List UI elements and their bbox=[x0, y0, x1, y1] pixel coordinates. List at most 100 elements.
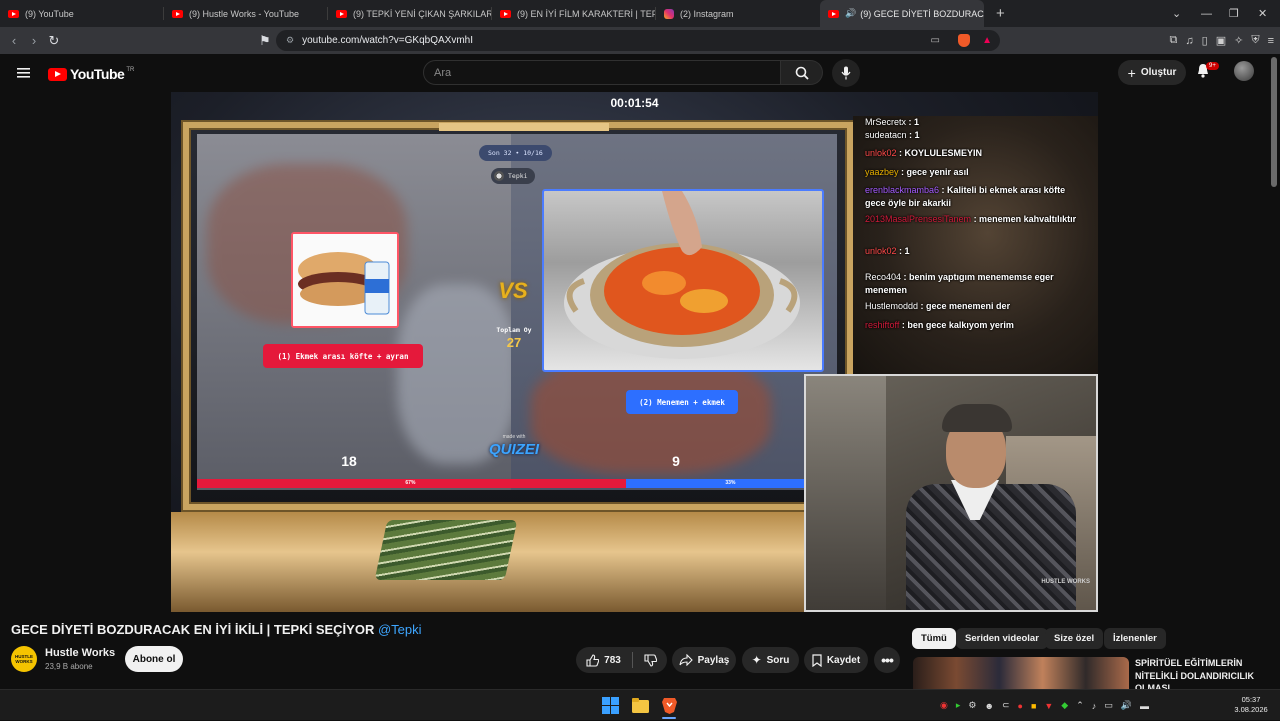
extensions-icon[interactable]: ⧉ bbox=[1170, 34, 1178, 47]
tab-title: (2) Instagram bbox=[680, 8, 734, 19]
hamburger-menu-icon[interactable] bbox=[17, 67, 31, 79]
option-right-image[interactable] bbox=[542, 189, 824, 372]
share-label: Paylaş bbox=[697, 654, 730, 666]
save-button[interactable]: Kaydet bbox=[804, 647, 868, 673]
total-votes-label: Toplam Oy bbox=[496, 326, 532, 334]
tray-app-icon[interactable]: ◉ bbox=[940, 700, 948, 711]
reload-icon[interactable]: ↻ bbox=[44, 33, 64, 49]
youtube-logo-text: YouTube bbox=[70, 66, 125, 82]
tray-mic-icon[interactable]: ♪ bbox=[1092, 701, 1097, 711]
chip-all[interactable]: Tümü bbox=[912, 628, 956, 649]
youtube-favicon-icon bbox=[828, 9, 839, 18]
volume-icon[interactable]: 🔊 bbox=[1121, 700, 1132, 711]
youtube-play-logo-icon bbox=[48, 67, 67, 81]
subscribe-button[interactable]: Abone ol bbox=[125, 646, 183, 672]
network-icon[interactable]: ▭ bbox=[1104, 700, 1113, 711]
browser-tab[interactable]: (2) Instagram bbox=[656, 0, 820, 27]
wallet-icon[interactable]: ▣ bbox=[1216, 34, 1226, 47]
close-window-icon[interactable]: ✕ bbox=[1258, 0, 1267, 27]
windows-start-icon[interactable] bbox=[602, 697, 619, 714]
option-left-image[interactable] bbox=[291, 232, 399, 328]
mention-link[interactable]: @Tepki bbox=[378, 622, 422, 637]
option-right-button[interactable]: (2) Menemen + ekmek bbox=[626, 390, 738, 414]
stream-timer: 00:01:54 bbox=[610, 96, 659, 110]
back-icon[interactable]: ‹ bbox=[4, 33, 24, 48]
browser-tab[interactable]: (9) EN İYİ FİLM KARAKTERİ | TEPKİ SE bbox=[492, 0, 656, 27]
tray-app-icon[interactable]: ■ bbox=[1031, 701, 1036, 711]
subscriber-count: 23,9 B abone bbox=[45, 662, 93, 671]
browser-tab[interactable]: (9) TEPKİ YENİ ÇIKAN ŞARKILARI DİN bbox=[328, 0, 492, 27]
speaker-icon[interactable]: 🔊 bbox=[845, 8, 856, 19]
thumbs-down-icon[interactable] bbox=[644, 653, 657, 667]
system-clock[interactable]: 05:37 3.08.2026 bbox=[1228, 695, 1274, 715]
host-name: Tepki bbox=[508, 172, 528, 180]
browser-tab[interactable]: (9) Hustle Works - YouTube bbox=[164, 0, 328, 27]
browser-tab-active[interactable]: 🔊(9) GECE DİYETİ BOZDURACA✕ bbox=[820, 0, 984, 27]
tab-title: (9) Hustle Works - YouTube bbox=[189, 8, 300, 19]
search-input[interactable]: Ara bbox=[423, 60, 781, 85]
brave-shields-icon[interactable] bbox=[958, 34, 970, 47]
discord-icon[interactable]: ☻ bbox=[984, 701, 993, 711]
tray-app-icon[interactable]: ▸ bbox=[956, 700, 961, 711]
battery-icon[interactable]: ▬ bbox=[1140, 701, 1149, 711]
room-wall bbox=[806, 376, 886, 610]
new-tab-icon[interactable]: + bbox=[996, 5, 1005, 22]
youtube-logo[interactable]: YouTube TR bbox=[48, 66, 134, 82]
tab-title: (9) EN İYİ FİLM KARAKTERİ | TEPKİ SE bbox=[517, 8, 656, 19]
recommendation-thumbnail[interactable] bbox=[913, 657, 1129, 689]
more-actions-button[interactable]: ••• bbox=[874, 647, 900, 673]
menu-icon[interactable]: ≡ bbox=[1268, 35, 1274, 47]
like-button[interactable]: 783 bbox=[586, 653, 621, 667]
leo-ai-icon[interactable]: ✧ bbox=[1234, 34, 1243, 47]
sidebar-icon[interactable]: ▯ bbox=[1202, 34, 1208, 47]
option-left-button[interactable]: (1) Ekmek arası köfte + ayran bbox=[263, 344, 423, 368]
browser-tab[interactable]: (9) YouTube bbox=[0, 0, 164, 27]
system-tray: ◉ ▸ ⚙ ☻ ⊂ ● ■ ▼ ◆ ⌃ ♪ ▭ 🔊 ▬ bbox=[940, 690, 1149, 721]
youtube-header: YouTube TR Ara + Oluştur 9+ bbox=[0, 54, 1280, 92]
create-button[interactable]: + Oluştur bbox=[1118, 60, 1186, 85]
chat-message: MrSecretx : 1 bbox=[865, 116, 1085, 129]
channel-avatar[interactable]: HUSTLE WORKS bbox=[11, 646, 37, 672]
search-button[interactable] bbox=[781, 60, 823, 85]
notification-badge: 9+ bbox=[1206, 62, 1219, 70]
ask-button[interactable]: ✦ Soru bbox=[742, 647, 799, 673]
tray-app-icon[interactable]: ⊂ bbox=[1002, 700, 1010, 711]
menemen-image bbox=[564, 191, 800, 359]
minimize-icon[interactable]: — bbox=[1201, 0, 1212, 27]
video-player[interactable]: 00:01:54 Son 32 • 10/16 Tepki (1) Ekmek … bbox=[171, 92, 1098, 612]
share-button[interactable]: Paylaş bbox=[672, 647, 736, 673]
tray-app-icon[interactable]: ◆ bbox=[1061, 700, 1068, 711]
tab-search-icon[interactable]: ⌄ bbox=[1172, 0, 1181, 27]
user-avatar[interactable] bbox=[1234, 61, 1254, 81]
youtube-favicon-icon bbox=[500, 9, 511, 18]
site-info-icon[interactable]: ⚙ bbox=[286, 35, 294, 46]
chat-text: : 1 bbox=[906, 117, 920, 127]
file-explorer-icon[interactable] bbox=[632, 697, 649, 714]
chip-series[interactable]: Seriden videolar bbox=[956, 628, 1048, 649]
bookmark-icon[interactable]: ⚑ bbox=[255, 33, 275, 49]
chip-watched[interactable]: İzlenenler bbox=[1104, 628, 1166, 649]
channel-name[interactable]: Hustle Works bbox=[45, 647, 115, 659]
tray-app-icon[interactable]: ⚙ bbox=[968, 700, 976, 711]
chat-text: : 1 bbox=[906, 130, 920, 140]
youtube-favicon-icon bbox=[172, 9, 183, 18]
voice-search-button[interactable] bbox=[832, 59, 860, 87]
forward-icon[interactable]: › bbox=[24, 33, 44, 48]
page-scrollbar[interactable] bbox=[1271, 57, 1277, 187]
brave-rewards-icon[interactable]: ▲ bbox=[982, 35, 992, 46]
url-field[interactable]: ⚙ youtube.com/watch?v=GKqbQAXvmhI ▭ ▲ bbox=[276, 30, 1000, 51]
brave-browser-icon[interactable] bbox=[661, 697, 678, 714]
chat-message: sudeatacn : 1 bbox=[865, 129, 1085, 142]
media-icon[interactable]: ♫ bbox=[1185, 35, 1193, 47]
show-hidden-icons[interactable]: ⌃ bbox=[1076, 700, 1084, 711]
tray-app-icon[interactable]: ● bbox=[1018, 701, 1023, 711]
tray-app-icon[interactable]: ▼ bbox=[1044, 701, 1053, 711]
cast-icon[interactable]: ▭ bbox=[931, 35, 940, 46]
vpn-icon[interactable]: ⛨ bbox=[1251, 34, 1259, 47]
maximize-icon[interactable]: ❐ bbox=[1229, 0, 1239, 27]
tab-title: (9) TEPKİ YENİ ÇIKAN ŞARKILARI DİN bbox=[353, 8, 492, 19]
chip-for-you[interactable]: Size özel bbox=[1045, 628, 1104, 649]
clock-date: 3.08.2026 bbox=[1234, 705, 1268, 714]
chat-text: : KOYLULESMEYIN bbox=[896, 148, 983, 158]
total-votes-value: 27 bbox=[506, 335, 522, 350]
